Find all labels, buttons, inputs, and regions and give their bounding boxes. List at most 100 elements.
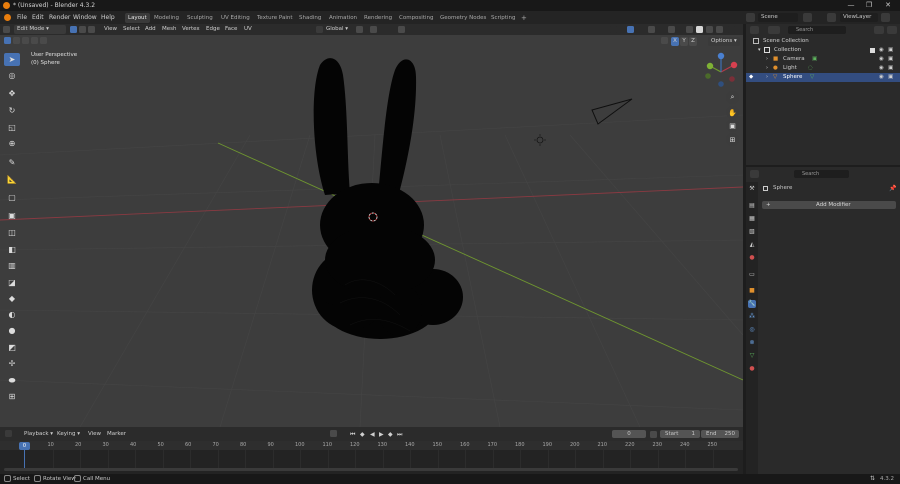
eye-icon[interactable]: ◉ — [879, 73, 884, 82]
outliner-row-sphere[interactable]: ◆ › ▽ Sphere ▽ ◉ ▣ — [746, 73, 900, 82]
scale-tool[interactable]: ◱ — [4, 121, 20, 134]
3d-viewport[interactable]: X Y Z Options ▾ User Perspective (0) Sph… — [0, 35, 743, 427]
tab-uv-editing[interactable]: UV Editing — [218, 13, 253, 23]
end-frame-field[interactable]: End 250 — [701, 430, 739, 438]
extrude-tool[interactable]: ▣ — [4, 209, 20, 222]
next-keyframe-button[interactable]: ◆ — [388, 430, 393, 439]
menu-vertex[interactable]: Vertex — [182, 25, 200, 34]
tool-tab-icon[interactable]: ⚒ — [748, 185, 756, 193]
shear-tool[interactable]: ⬬ — [4, 374, 20, 387]
exclude-checkbox[interactable] — [870, 47, 875, 53]
rendered-shading-icon[interactable] — [716, 25, 723, 33]
tab-texture-paint[interactable]: Texture Paint — [254, 13, 296, 23]
world-tab-icon[interactable]: ● — [748, 254, 756, 262]
tab-sculpting[interactable]: Sculpting — [184, 13, 216, 23]
scene-tab-icon[interactable]: ◭ — [748, 241, 756, 249]
visibility-icon[interactable] — [610, 25, 617, 33]
edge-select-icon[interactable] — [79, 25, 86, 33]
gizmo-icon[interactable] — [627, 25, 634, 33]
render-camera-icon[interactable]: ▣ — [888, 55, 893, 64]
menu-window[interactable]: Window — [73, 14, 97, 21]
menu-add[interactable]: Add — [145, 25, 156, 34]
rip-tool[interactable]: ⊞ — [4, 390, 20, 403]
jump-start-button[interactable]: ⏮ — [350, 430, 355, 439]
timeline-scrollbar[interactable] — [4, 468, 738, 471]
transform-tool[interactable]: ⊕ — [4, 137, 20, 150]
outliner-row-camera[interactable]: › ■ Camera ▣ ◉ ▣ — [746, 55, 900, 64]
eye-icon[interactable]: ◉ — [879, 55, 884, 64]
view-layer-tab-icon[interactable]: ▧ — [748, 228, 756, 236]
playhead-frame-indicator[interactable]: 0 — [19, 442, 30, 450]
cursor-tool[interactable]: ◎ — [4, 69, 20, 82]
start-frame-field[interactable]: Start 1 — [660, 430, 700, 438]
render-camera-icon[interactable]: ▣ — [888, 64, 893, 73]
material-shading-icon[interactable] — [706, 25, 713, 33]
object-tab-icon[interactable]: ■ — [748, 287, 756, 295]
overlay-icon[interactable] — [648, 25, 655, 33]
data-tab-icon[interactable]: ▽ — [748, 352, 756, 360]
expand-chevron-icon[interactable]: › — [766, 64, 768, 73]
knife-tool[interactable]: ◪ — [4, 276, 20, 289]
tab-layout[interactable]: Layout — [125, 13, 150, 23]
menu-timeline-view[interactable]: View — [88, 430, 101, 439]
tab-shading[interactable]: Shading — [296, 13, 324, 23]
xray-icon[interactable] — [668, 25, 675, 33]
menu-help[interactable]: Help — [101, 14, 115, 21]
wireframe-shading-icon[interactable] — [686, 25, 693, 33]
outliner-row-scene-collection[interactable]: Scene Collection — [746, 37, 900, 46]
properties-editor-icon[interactable] — [750, 170, 759, 178]
snap-icon[interactable] — [370, 25, 377, 33]
bevel-tool[interactable]: ◧ — [4, 243, 20, 256]
expand-chevron-icon[interactable]: › — [766, 55, 768, 64]
render-tab-icon[interactable]: ▤ — [748, 202, 756, 210]
minimize-button[interactable]: — — [844, 1, 858, 10]
collection-tab-icon[interactable]: ▭ — [748, 271, 756, 279]
tab-scripting[interactable]: Scripting — [488, 13, 518, 23]
close-button[interactable]: ✕ — [881, 1, 895, 10]
camera-data-icon[interactable]: ▣ — [812, 55, 817, 64]
timeline-area[interactable]: 10 20 30 40 50 60 70 80 90 100 110 120 130 140 150 160 1… — [0, 441, 743, 474]
menu-uv[interactable]: UV — [244, 25, 252, 34]
filter-icon[interactable] — [874, 26, 884, 34]
tab-animation[interactable]: Animation — [326, 13, 360, 23]
edit-mode-icon[interactable]: ◆ — [749, 73, 753, 82]
navigation-gizmo[interactable] — [700, 51, 742, 93]
viewlayer-selector[interactable]: ViewLayer — [840, 13, 878, 22]
maximize-button[interactable]: ❐ — [862, 1, 876, 10]
transform-orientation-icon[interactable] — [316, 25, 323, 33]
move-tool[interactable]: ✥ — [4, 87, 20, 100]
tab-modeling[interactable]: Modeling — [151, 13, 182, 23]
viewlayer-icon[interactable] — [827, 13, 836, 22]
modifier-tab-icon[interactable]: 🔧 — [748, 300, 756, 308]
new-scene-icon[interactable] — [803, 13, 812, 22]
menu-view[interactable]: View — [104, 25, 117, 34]
annotate-tool[interactable]: ✎ — [4, 156, 20, 169]
pin-icon[interactable]: 📌 — [889, 185, 896, 192]
material-tab-icon[interactable]: ● — [748, 365, 756, 373]
edge-slide-tool[interactable]: ◩ — [4, 341, 20, 354]
mode-selector[interactable]: Edit Mode ▾ — [14, 25, 66, 34]
eye-icon[interactable]: ◉ — [879, 64, 884, 73]
zoom-view-button[interactable]: ⌕ — [726, 91, 739, 104]
outliner-search[interactable]: Search — [788, 26, 846, 34]
render-camera-icon[interactable]: ▣ — [888, 73, 893, 82]
orientation-selector[interactable]: Global ▾ — [326, 25, 348, 34]
vertex-select-icon[interactable] — [70, 25, 77, 33]
add-workspace-button[interactable]: + — [518, 13, 530, 23]
scene-selector[interactable]: Scene — [758, 13, 798, 22]
camera-object[interactable] — [591, 98, 633, 125]
particles-tab-icon[interactable]: ⁂ — [748, 313, 756, 321]
playhead-line[interactable] — [24, 450, 25, 470]
menu-keying[interactable]: Keying ▾ — [57, 430, 80, 439]
poly-build-tool[interactable]: ◆ — [4, 292, 20, 305]
inset-tool[interactable]: ◫ — [4, 226, 20, 239]
properties-search[interactable]: Search — [794, 170, 849, 178]
light-data-icon[interactable]: ◌ — [808, 64, 813, 73]
render-camera-icon[interactable]: ▣ — [888, 46, 893, 55]
spin-tool[interactable]: ◐ — [4, 308, 20, 321]
mesh-data-icon[interactable]: ▽ — [810, 73, 814, 82]
menu-edge[interactable]: Edge — [206, 25, 220, 34]
menu-file[interactable]: File — [17, 14, 27, 21]
tab-geometry-nodes[interactable]: Geometry Nodes — [437, 13, 489, 23]
current-frame-field[interactable]: 0 — [612, 430, 646, 438]
